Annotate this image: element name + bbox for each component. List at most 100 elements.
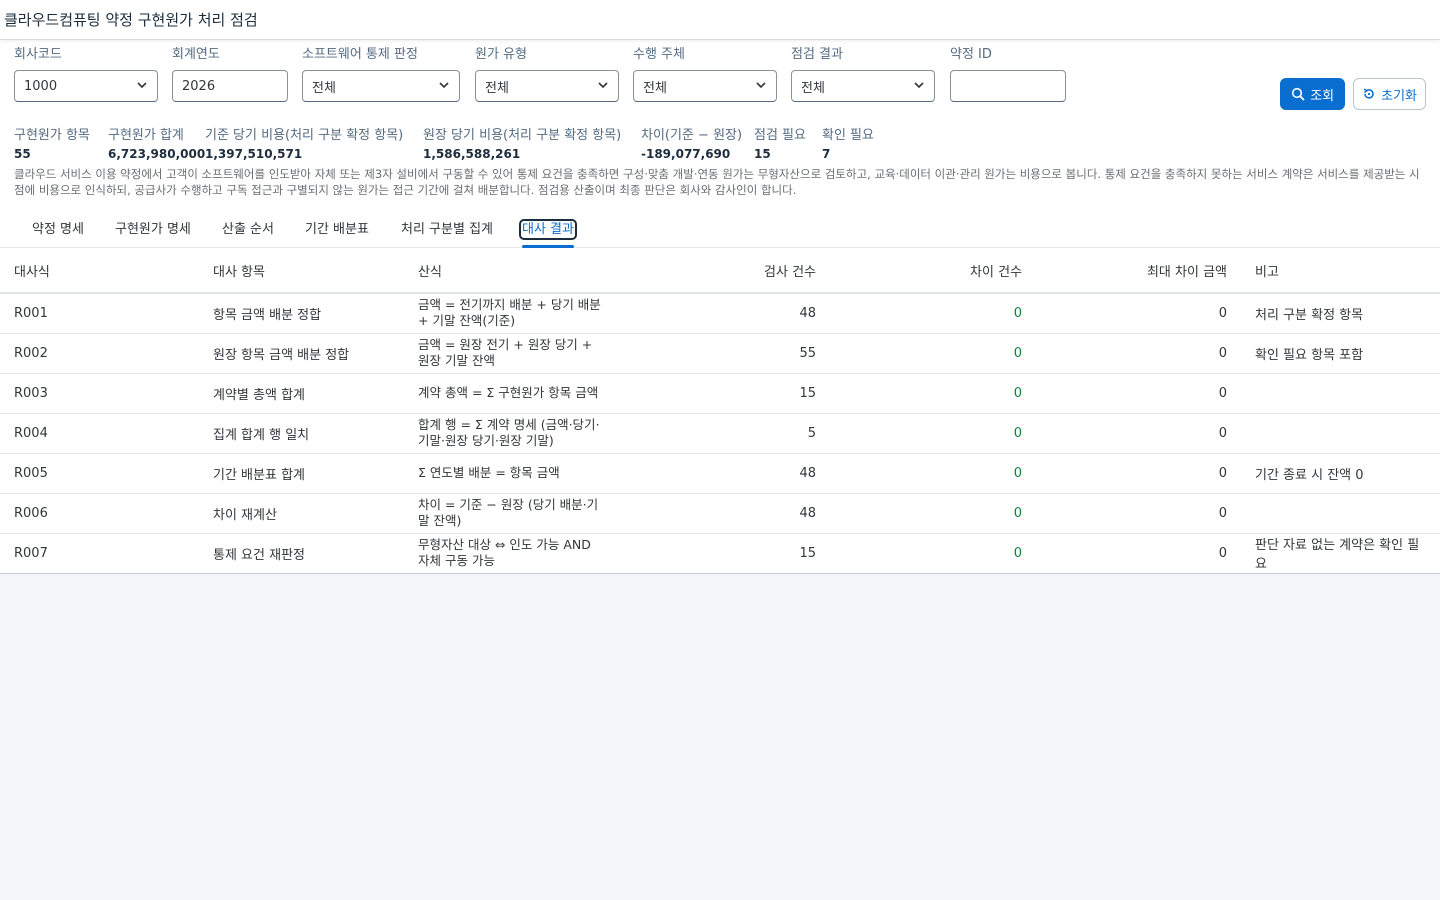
remark: 판단 자료 없는 계약은 확인 필요 (1255, 538, 1420, 573)
kpi-value: 1,586,588,261 (423, 147, 521, 161)
contract-id-input[interactable] (950, 70, 1066, 102)
kpi-base-expense: 기준 당기 비용(처리 구분 확정 항목) 1,397,510,571 (205, 128, 403, 164)
sw-control-select[interactable]: 전체 (302, 70, 460, 102)
rule-id: R005 (0, 453, 199, 494)
company-code-select[interactable]: 1000 (14, 70, 158, 102)
filter-performer: 수행 주체 전체 (633, 46, 777, 102)
search-button[interactable]: 조회 (1280, 78, 1346, 110)
rule-item: 계약별 총액 합계 (199, 373, 404, 414)
rule-item: 기간 배분표 합계 (199, 453, 404, 494)
rule-formula: 차이 = 기준 − 원장 (당기 배분·기말 잔액) (404, 493, 634, 534)
table-row[interactable]: R003 계약별 총액 합계 계약 총액 = Σ 구현원가 항목 금액 15 0… (0, 373, 1440, 414)
rule-item: 차이 재계산 (199, 493, 404, 534)
kpi-label: 구현원가 항목 (14, 128, 90, 143)
column-header[interactable]: 비고 (1241, 248, 1440, 294)
table-row[interactable]: R002 원장 항목 금액 배분 정합 금액 = 원장 전기 + 원장 당기 +… (0, 333, 1440, 374)
checked-count: 48 (634, 293, 830, 334)
cost-type-label: 원가 유형 (475, 47, 527, 62)
remark: 처리 구분 확정 항목 (1241, 293, 1440, 334)
remark (1241, 373, 1440, 414)
kpi-label: 구현원가 합계 (108, 128, 184, 143)
company-code-label: 회사코드 (14, 47, 62, 62)
tab-period-allocation[interactable]: 기간 배분표 (305, 218, 369, 248)
kpi-label: 기준 당기 비용(처리 구분 확정 항목) (205, 128, 404, 143)
sw-control-value: 전체 (312, 80, 336, 96)
filter-fiscal-year: 회계연도 2026 (172, 46, 288, 102)
tab-contract-details[interactable]: 약정 명세 (32, 218, 84, 248)
diff-count: 0 (1013, 545, 1022, 561)
table-row[interactable]: R007 통제 요건 재판정 무형자산 대상 ⇔ 인도 가능 AND 자체 구동… (0, 533, 1440, 573)
max-diff-amount: 0 (1036, 453, 1241, 494)
filter-check-result: 점검 결과 전체 (791, 46, 935, 102)
tab-treatment-summary[interactable]: 처리 구분별 집계 (401, 218, 493, 248)
cost-type-select[interactable]: 전체 (475, 70, 619, 102)
tab-cost-details[interactable]: 구현원가 명세 (115, 218, 191, 248)
fiscal-year-input[interactable]: 2026 (172, 70, 288, 102)
checked-count: 48 (634, 453, 830, 494)
kpi-difference: 차이(기준 − 원장) -189,077,690 (641, 128, 742, 164)
filter-company-code: 회사코드 1000 (14, 46, 158, 102)
tab-bar: 약정 명세 구현원가 명세 산출 순서 기간 배분표 처리 구분별 집계 대사 … (0, 208, 1440, 248)
rule-id: R007 (14, 545, 48, 561)
contract-id-label: 약정 ID (950, 47, 992, 62)
kpi-value: 1,397,510,571 (205, 147, 303, 161)
diff-count: 0 (830, 333, 1036, 374)
kpi-ledger-expense: 원장 당기 비용(처리 구분 확정 항목) 1,586,588,261 (423, 128, 621, 164)
kpi-value: 6,723,980,000 (108, 147, 206, 161)
rule-formula: Σ 연도별 배분 = 항목 금액 (404, 453, 634, 494)
kpi-needs-check: 점검 필요 15 (754, 128, 806, 164)
kpi-needs-confirm: 확인 필요 7 (822, 128, 874, 164)
max-diff-amount: 0 (1036, 373, 1241, 414)
tab-calc-order[interactable]: 산출 순서 (222, 218, 274, 248)
table-row[interactable]: R006 차이 재계산 차이 = 기준 − 원장 (당기 배분·기말 잔액) 4… (0, 493, 1440, 534)
reset-button-label: 초기화 (1381, 88, 1417, 104)
company-code-value: 1000 (24, 78, 58, 94)
rule-id: R002 (0, 333, 199, 374)
rule-item: 통제 요건 재판정 (213, 547, 305, 563)
chevron-down-icon (914, 82, 924, 89)
kpi-cost-total: 구현원가 합계 6,723,980,000 (108, 128, 205, 164)
search-button-label: 조회 (1310, 88, 1335, 104)
filter-contract-id: 약정 ID (950, 46, 1066, 102)
checked-count: 48 (634, 493, 830, 534)
kpi-label: 점검 필요 (754, 128, 806, 143)
diff-count: 0 (830, 453, 1036, 494)
checked-count: 55 (634, 333, 830, 374)
checked-count: 15 (799, 545, 816, 561)
kpi-label: 차이(기준 − 원장) (641, 128, 743, 143)
app-title-bar: 클라우드컴퓨팅 약정 구현원가 처리 점검 (0, 0, 1440, 40)
max-diff-amount: 0 (1218, 545, 1227, 561)
sw-control-label: 소프트웨어 통제 판정 (302, 47, 418, 62)
filter-cost-type: 원가 유형 전체 (475, 46, 619, 102)
check-result-select[interactable]: 전체 (791, 70, 935, 102)
table-row[interactable]: R005 기간 배분표 합계 Σ 연도별 배분 = 항목 금액 48 0 0 기… (0, 453, 1440, 494)
cost-type-value: 전체 (485, 80, 509, 96)
rule-id: R006 (0, 493, 199, 534)
max-diff-amount: 0 (1036, 333, 1241, 374)
page-title: 클라우드컴퓨팅 약정 구현원가 처리 점검 (4, 11, 258, 29)
column-header[interactable]: 차이 건수 (830, 248, 1036, 294)
kpi-value: 55 (14, 147, 31, 161)
column-header[interactable]: 최대 차이 금액 (1036, 248, 1241, 294)
column-header[interactable]: 검사 건수 (634, 248, 830, 294)
chevron-down-icon (756, 82, 766, 89)
remark: 확인 필요 항목 포함 (1241, 333, 1440, 374)
column-header[interactable]: 산식 (404, 248, 634, 294)
max-diff-amount: 0 (1036, 293, 1241, 334)
rule-item: 원장 항목 금액 배분 정합 (199, 333, 404, 374)
table-header-row: 대사식 대사 항목 산식 검사 건수 차이 건수 최대 차이 금액 비고 (0, 248, 1440, 294)
max-diff-amount: 0 (1036, 493, 1241, 534)
performer-value: 전체 (643, 80, 667, 96)
table-row[interactable]: R004 집계 합계 행 일치 합계 행 = Σ 계약 명세 (금액·당기·기말… (0, 413, 1440, 454)
table-row[interactable]: R001 항목 금액 배분 정합 금액 = 전기까지 배분 + 당기 배분 + … (0, 293, 1440, 334)
column-header[interactable]: 대사식 (0, 248, 199, 294)
remark (1241, 413, 1440, 454)
rule-formula: 무형자산 대상 ⇔ 인도 가능 AND 자체 구동 가능 (418, 537, 591, 569)
performer-select[interactable]: 전체 (633, 70, 777, 102)
rule-item: 집계 합계 행 일치 (199, 413, 404, 454)
checked-count: 5 (634, 413, 830, 454)
reconciliation-table: 대사식 대사 항목 산식 검사 건수 차이 건수 최대 차이 금액 비고 R00… (0, 248, 1440, 574)
reset-button[interactable]: 초기화 (1353, 78, 1426, 110)
tab-reconciliation-results[interactable]: 대사 결과 (519, 218, 577, 248)
column-header[interactable]: 대사 항목 (199, 248, 404, 294)
